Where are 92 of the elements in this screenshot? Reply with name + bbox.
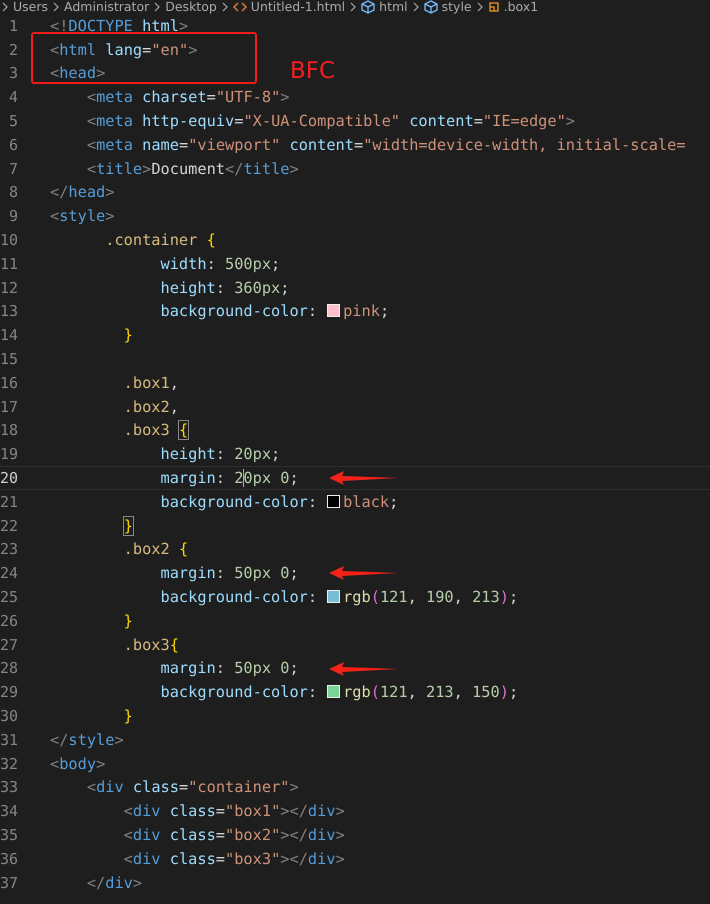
code-line: background-color: rgb(121, 213, 150); [160,682,518,702]
line-number: 29 [0,683,18,702]
line-number: 1 [8,16,18,35]
breadcrumb-item[interactable]: Administrator [64,0,150,14]
code-line: margin: 50px 0; [160,563,299,584]
code-line: <meta name="viewport" content="width=device-width, initial-scale= [86,134,686,155]
code-line: <meta http-equiv="X-UA-Compatible" content="IE=edge"> [86,111,576,132]
code-line: </style> [50,730,124,750]
code-line: <div class="box1"></div> [122,801,345,822]
line-number: 5 [8,112,18,130]
line-number: 3 [8,64,18,82]
breadcrumb-item[interactable]: Desktop [165,0,217,14]
code-line: <head> [50,63,106,84]
code-line: } [122,325,133,346]
chevron-icon [154,2,160,12]
code-line: </head> [50,182,114,202]
line-number: 13 [0,302,18,320]
code-line: .box3{ [122,634,179,655]
line-number: 21 [0,492,18,511]
code-line: } [122,516,133,536]
code-line: <div class="container"> [86,777,299,798]
breadcrumb-item[interactable]: Untitled-1.html [232,0,346,14]
line-number: 6 [8,136,18,154]
breadcrumb-item[interactable]: .box1 [488,0,538,14]
chevron-icon [476,2,483,12]
code-line: margin: 50px 0; [160,658,299,678]
code-line: .container { [104,230,216,250]
line-number: 34 [0,802,18,820]
code-line: .box2 { [122,539,188,560]
chevron-icon [2,2,8,12]
line-number: 18 [0,421,18,440]
line-number: 22 [0,516,18,535]
line-number: 23 [0,540,18,558]
code-line: <style> [50,206,114,226]
line-number: 14 [0,326,18,344]
line-number: 9 [8,207,18,226]
code-line: } [122,610,133,631]
line-number: 36 [0,850,18,868]
line-number: 16 [0,374,18,392]
code-line: width: 500px; [160,254,280,274]
code-line: height: 20px; [160,444,280,464]
code-line: background-color: pink; [160,301,390,322]
line-number: 25 [0,588,18,606]
line-number: 7 [8,160,18,178]
code-line: </div> [86,872,142,893]
code-line: <div class="box2"></div> [122,824,345,845]
breadcrumb-item[interactable]: html [361,0,408,14]
code-line: <div class="box3"></div> [122,848,345,869]
line-number: 4 [8,88,18,106]
code-icon [232,2,247,12]
line-number: 11 [0,254,18,273]
line-number: 31 [0,730,18,749]
code-line: } [122,706,133,726]
code-line: <!DOCTYPE html> [50,16,188,36]
cube-icon [361,0,376,14]
line-number: 27 [0,636,18,654]
code-line: <title>Document</title> [86,158,299,179]
code-line: .box1, [122,372,179,393]
chevron-icon [53,2,60,12]
breadcrumb-item[interactable]: Users [13,0,48,14]
line-number: 28 [0,659,18,678]
line-number: 20 [0,469,18,488]
line-number: 33 [0,778,18,796]
line-number: 30 [0,707,18,725]
line-number: 12 [0,278,18,297]
line-number: 15 [0,350,18,368]
chevron-icon [222,2,228,12]
chevron-icon [412,2,419,12]
code-line: .box2, [122,396,179,417]
chevron-icon [350,2,356,12]
symbol-icon [488,1,500,13]
line-number: 2 [8,40,18,59]
line-number: 26 [0,612,18,630]
code-line: background-color: rgb(121, 190, 213); [160,587,518,608]
code-line: background-color: black; [160,492,398,512]
line-number: 10 [0,231,18,250]
line-number: 24 [0,564,18,582]
code-line: <body> [50,754,106,774]
code-line: <html lang="en"> [50,40,198,60]
cube-icon [424,0,438,14]
line-number: 8 [8,183,18,202]
line-number: 17 [0,398,18,416]
line-number: 35 [0,826,18,844]
code-line: .box3 { [122,420,188,440]
line-number: 37 [0,874,18,892]
code-line: margin: 20px 0; [160,468,299,488]
line-number: 32 [0,754,18,773]
annotation-label: BFC [290,58,336,84]
code-line: <meta charset="UTF-8"> [86,87,290,108]
code-line: height: 360px; [160,278,290,298]
breadcrumb-item[interactable]: style [424,0,472,14]
line-number: 19 [0,445,18,464]
